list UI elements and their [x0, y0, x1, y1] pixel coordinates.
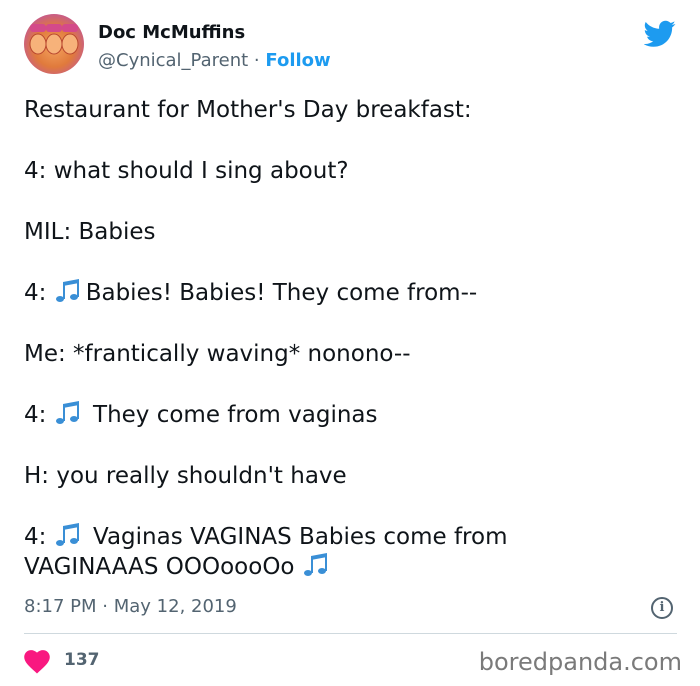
author-handle[interactable]: @Cynical_Parent: [98, 50, 248, 71]
musical-notes-icon: [303, 553, 327, 576]
tweet-line-text: They come from vaginas: [93, 402, 378, 428]
follow-button[interactable]: Follow: [265, 50, 330, 71]
tweet-line-text: Babies! Babies! They come from--: [85, 280, 478, 306]
tweet-line: VAGINAAAS OOOoooOo: [24, 552, 674, 582]
speaker-label: 4:: [24, 524, 47, 550]
divider: [24, 633, 677, 634]
author-handle-line: @Cynical_Parent · Follow: [98, 50, 331, 71]
tweet-line-text: VAGINAAAS OOOoooOo: [24, 554, 295, 580]
tweet-line: Restaurant for Mother's Day breakfast:: [24, 97, 472, 123]
musical-notes-icon: [55, 523, 79, 546]
tweet-line: 4: They come from vaginas: [24, 400, 674, 430]
tweet-timestamp[interactable]: 8:17 PM · May 12, 2019: [24, 596, 237, 617]
timestamp-separator: ·: [102, 596, 108, 617]
twitter-bird-icon[interactable]: [644, 20, 676, 48]
avatar[interactable]: [24, 14, 84, 74]
handle-separator: ·: [253, 50, 260, 71]
tweet-line: 4: Babies! Babies! They come from--: [24, 278, 674, 308]
author-name[interactable]: Doc McMuffins: [98, 22, 245, 43]
speaker-label: 4:: [24, 280, 47, 306]
watermark: boredpanda.com: [478, 648, 682, 676]
heart-icon[interactable]: [24, 650, 50, 674]
tweet-line: 4: what should I sing about?: [24, 158, 349, 184]
tweet-line-text: Vaginas VAGINAS Babies come from: [93, 524, 508, 550]
tweet-line: Me: *frantically waving* nonono--: [24, 341, 411, 367]
info-icon[interactable]: i: [651, 597, 673, 619]
musical-notes-icon: [55, 401, 79, 424]
tweet-line: 4: Vaginas VAGINAS Babies come from: [24, 522, 674, 552]
like-count[interactable]: 137: [64, 650, 100, 670]
tweet-date[interactable]: May 12, 2019: [114, 596, 237, 617]
tweet-text: Restaurant for Mother's Day breakfast: 4…: [24, 95, 674, 582]
tweet-line: MIL: Babies: [24, 219, 156, 245]
speaker-label: 4:: [24, 402, 47, 428]
tweet-line: H: you really shouldn't have: [24, 463, 347, 489]
tweet-header: Doc McMuffins @Cynical_Parent · Follow: [24, 14, 684, 80]
tweet-time[interactable]: 8:17 PM: [24, 596, 97, 617]
musical-notes-icon: [55, 279, 79, 302]
